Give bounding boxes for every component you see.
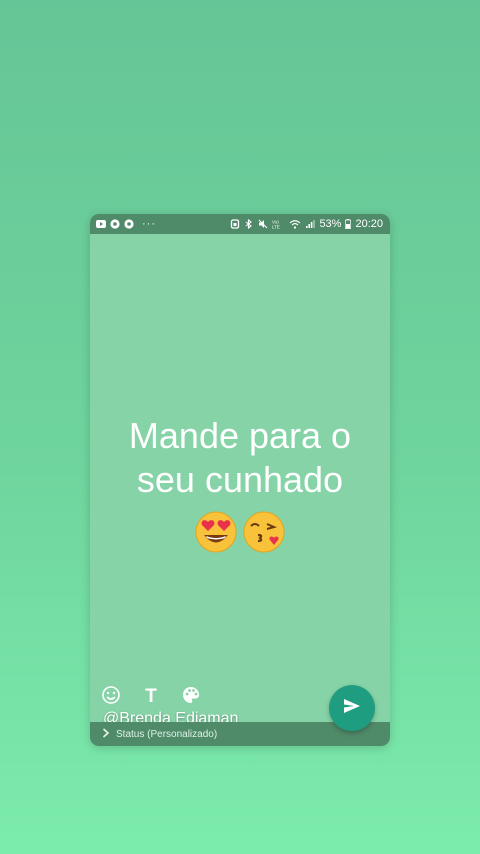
send-icon <box>343 698 361 719</box>
emoji-row <box>90 510 390 559</box>
heart-eyes-emoji <box>194 510 238 559</box>
android-status-bar: ··· Vo) LTE 53% 20:20 <box>90 214 390 234</box>
svg-text:LTE: LTE <box>272 225 280 230</box>
chrome-icon <box>110 219 120 229</box>
status-message-line-1: Mande para o <box>128 415 352 456</box>
caption-label: Status (Personalizado) <box>116 728 218 740</box>
status-message-line-2: seu cunhado <box>136 459 344 500</box>
battery-icon <box>345 219 352 229</box>
font-style-button[interactable]: T <box>140 686 162 708</box>
clock: 20:20 <box>355 218 383 230</box>
send-button[interactable] <box>329 685 375 731</box>
background-color-button[interactable] <box>180 686 202 708</box>
youtube-icon <box>96 219 106 229</box>
chrome-icon <box>124 219 134 229</box>
status-bar-right: Vo) LTE 53% 20:20 <box>230 218 383 230</box>
mute-icon <box>258 219 268 229</box>
smile-icon <box>101 685 121 710</box>
editor-toolbar: T <box>100 685 202 710</box>
status-message[interactable]: Mande para o seu cunhado <box>90 414 390 502</box>
kissing-face-emoji <box>242 510 286 559</box>
wifi-icon <box>289 219 301 229</box>
palette-icon <box>181 685 201 710</box>
signal-icon <box>305 219 316 229</box>
battery-percent: 53% <box>319 218 342 230</box>
bluetooth-icon <box>244 219 254 229</box>
emoji-button[interactable] <box>100 685 122 710</box>
status-bar-left: ··· <box>96 218 156 230</box>
chevron-right-icon <box>102 725 110 743</box>
alarm-icon <box>230 219 240 229</box>
more-notifications: ··· <box>142 218 156 230</box>
status-text-canvas[interactable]: Mande para o seu cunhado <box>90 234 390 722</box>
volte-icon: Vo) LTE <box>272 219 285 230</box>
status-editor-screen: ··· Vo) LTE 53% 20:20 Mande para o seu c… <box>90 214 390 746</box>
